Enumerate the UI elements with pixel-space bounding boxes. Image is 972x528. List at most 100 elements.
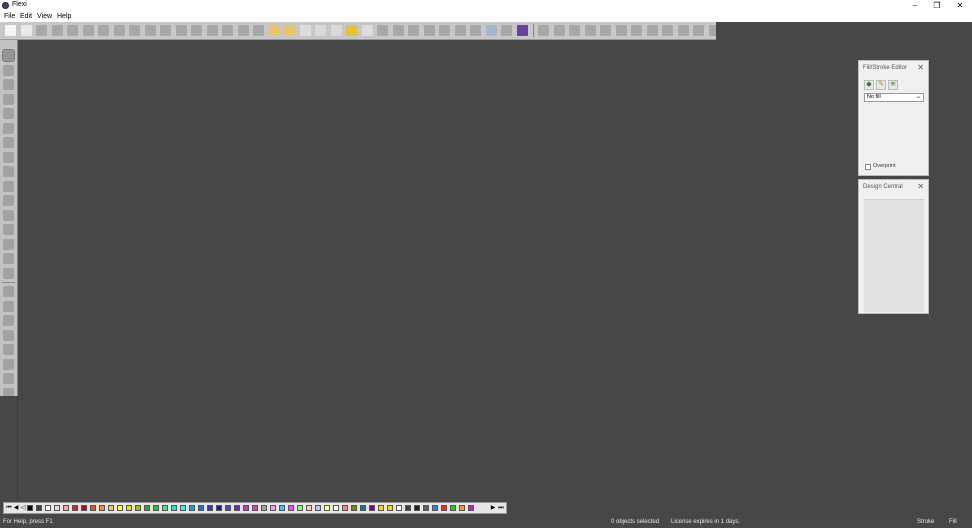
color-swatch[interactable] (306, 505, 312, 511)
view-4-icon[interactable] (423, 25, 435, 36)
rip-icon[interactable] (144, 25, 156, 36)
curve-icon[interactable] (584, 25, 596, 36)
color-swatch[interactable] (342, 505, 348, 511)
color-swatch[interactable] (36, 505, 42, 511)
view-2-icon[interactable] (392, 25, 404, 36)
color-swatch[interactable] (90, 505, 96, 511)
import-icon[interactable] (82, 25, 94, 36)
text-tool-icon[interactable] (3, 64, 14, 76)
overprint-checkbox[interactable] (865, 164, 871, 170)
distort-icon[interactable] (3, 151, 14, 163)
open-icon[interactable] (20, 25, 32, 36)
color-swatch[interactable] (153, 505, 159, 511)
view-icon[interactable] (377, 25, 388, 36)
color-swatch[interactable] (405, 505, 411, 511)
color-swatch[interactable] (432, 505, 438, 511)
color-swatch[interactable] (126, 505, 132, 511)
color-swatch[interactable] (279, 505, 285, 511)
redo-icon[interactable] (237, 25, 249, 36)
close-icon[interactable]: ✕ (917, 182, 924, 191)
page-icon[interactable] (3, 267, 14, 279)
fill-type-select[interactable]: No fill ⌄ (864, 93, 924, 102)
color-swatch[interactable] (171, 505, 177, 511)
color-swatch[interactable] (351, 505, 357, 511)
color-swatch[interactable] (54, 505, 60, 511)
palette-prev-icon[interactable]: ◀ (13, 504, 19, 512)
color-swatch[interactable] (216, 505, 222, 511)
zoom-in-icon[interactable] (3, 253, 14, 264)
new-icon[interactable] (5, 25, 16, 36)
color-swatch[interactable] (117, 505, 123, 511)
redo-more-icon[interactable] (253, 25, 264, 36)
eraser-icon[interactable] (3, 224, 14, 235)
send-icon[interactable] (113, 25, 125, 36)
copy-icon[interactable] (175, 25, 187, 36)
job-icon[interactable] (268, 25, 280, 36)
color-swatch[interactable] (234, 505, 240, 511)
cloud-icon[interactable] (485, 25, 497, 36)
select-rect-icon[interactable] (538, 25, 549, 36)
color-swatch[interactable] (180, 505, 186, 511)
color-swatch[interactable] (288, 505, 294, 511)
color-swatch[interactable] (369, 505, 375, 511)
pan-icon[interactable] (3, 373, 14, 384)
color-swatch[interactable] (270, 505, 276, 511)
color-swatch[interactable] (198, 505, 204, 511)
view-5-icon[interactable] (439, 25, 450, 36)
palette-prev-small-icon[interactable]: ◁ (20, 504, 26, 512)
color-swatch[interactable] (423, 505, 429, 511)
menu-view[interactable]: View (37, 13, 52, 20)
fill-bucket-icon[interactable]: ◆ (864, 80, 874, 90)
undo-more-icon[interactable] (222, 25, 233, 36)
contour-icon[interactable] (3, 166, 14, 177)
color-swatch[interactable] (315, 505, 321, 511)
app-logo-icon[interactable] (516, 25, 528, 36)
color-wheel-icon[interactable] (315, 25, 326, 36)
color-swatch[interactable] (45, 505, 51, 511)
color-swatch[interactable] (189, 505, 195, 511)
hand-icon[interactable] (3, 300, 14, 312)
restore-button[interactable]: ❐ (926, 0, 948, 11)
crop-icon[interactable] (677, 25, 689, 36)
measure-icon[interactable] (3, 180, 14, 192)
color-swatch[interactable] (99, 505, 105, 511)
color-swatch[interactable] (207, 505, 213, 511)
cut-tool-icon[interactable] (129, 25, 140, 36)
color-swatch[interactable] (162, 505, 168, 511)
warp-icon[interactable] (3, 108, 14, 119)
color-swatch[interactable] (261, 505, 267, 511)
palette-next-icon[interactable]: ▶ (490, 504, 496, 512)
menu-edit[interactable]: Edit (20, 13, 32, 20)
color-swatch[interactable] (360, 505, 366, 511)
line-tool-icon[interactable] (569, 25, 580, 36)
fill-style-icon[interactable]: ≋ (888, 80, 898, 90)
color-swatch[interactable] (378, 505, 384, 511)
color-swatch[interactable] (72, 505, 78, 511)
zoom-tool-icon[interactable] (3, 238, 14, 250)
stroke-pen-icon[interactable]: ✎ (876, 80, 886, 90)
fill-tool-icon[interactable] (3, 137, 14, 148)
color-swatch[interactable] (414, 505, 420, 511)
undo-icon[interactable] (206, 25, 218, 36)
menu-help[interactable]: Help (57, 13, 71, 20)
color-swatch[interactable] (144, 505, 150, 511)
zoom-out-icon[interactable] (3, 286, 14, 297)
print-icon[interactable] (67, 25, 78, 36)
minimize-button[interactable]: – (904, 0, 926, 11)
node-edit-icon[interactable] (3, 79, 14, 90)
pencil-icon[interactable] (631, 25, 642, 36)
color-swatch[interactable] (441, 505, 447, 511)
color-swatch[interactable] (297, 505, 303, 511)
cut-icon[interactable] (160, 25, 171, 36)
job-properties-icon[interactable] (284, 25, 295, 36)
color-swatch[interactable] (135, 505, 141, 511)
production-icon[interactable] (361, 25, 373, 36)
save-as-icon[interactable] (51, 25, 63, 36)
color-target-icon[interactable] (330, 25, 342, 36)
palette-first-icon[interactable]: ⏮ (6, 504, 12, 512)
pen-tool-icon[interactable] (3, 195, 14, 206)
palette-last-icon[interactable]: ⏭ (498, 504, 504, 512)
rectangle-tool-icon[interactable] (3, 122, 14, 134)
zoom-previous-icon[interactable] (3, 344, 14, 355)
pen-icon[interactable] (615, 25, 627, 36)
